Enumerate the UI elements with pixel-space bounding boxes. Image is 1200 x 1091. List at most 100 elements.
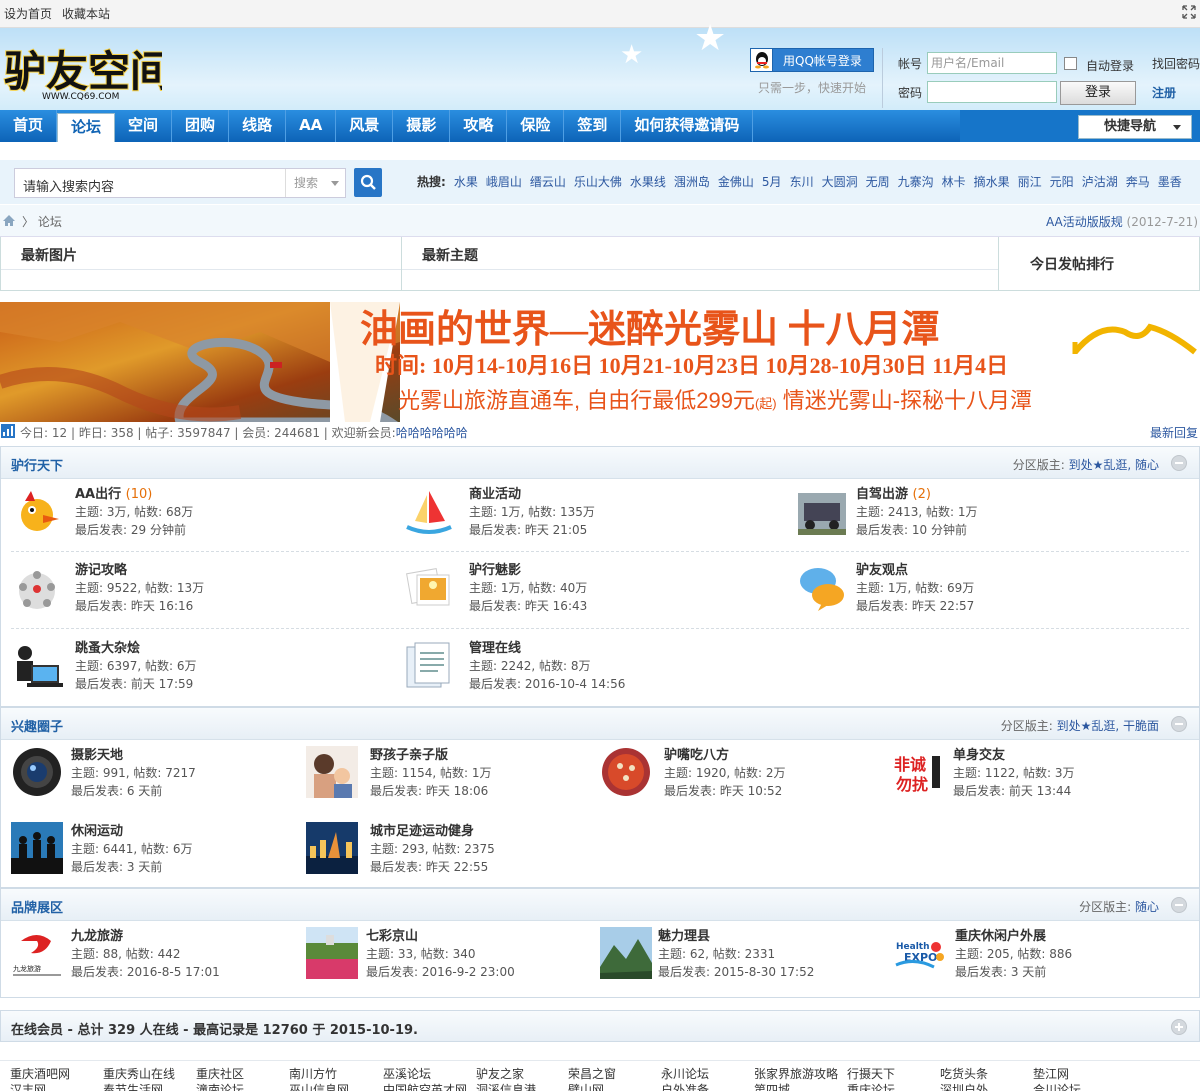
forum-name[interactable]: AA出行 (10) <box>75 483 152 502</box>
forum-name[interactable]: 自驾出游 (2) <box>856 483 931 502</box>
forum-name[interactable]: 城市足迹运动健身 <box>370 820 474 839</box>
nav-item[interactable]: 论坛 <box>57 113 116 142</box>
fullscreen-icon[interactable] <box>1182 5 1196 19</box>
register-link[interactable]: 注册 <box>1152 84 1176 101</box>
camera-lens-icon[interactable] <box>11 746 63 798</box>
forum-name[interactable]: 重庆休闲户外展 <box>955 925 1046 944</box>
section-title[interactable]: 品牌展区 <box>11 897 63 916</box>
forum-last-post[interactable]: 最后发表: 29 分钟前 <box>75 521 186 538</box>
hot-search-link[interactable]: 摘水果 <box>974 175 1010 189</box>
home-icon[interactable] <box>2 214 16 227</box>
forum-last-post[interactable]: 最后发表: 6 天前 <box>71 782 162 799</box>
hot-search-link[interactable]: 林卡 <box>942 175 966 189</box>
friend-link[interactable]: 洞溪信息港 <box>476 1081 536 1091</box>
forum-item[interactable]: Health EXPO 重庆休闲户外展 主题: 205, 帖数: 886 最后发表: … <box>894 923 1184 987</box>
forum-last-post[interactable]: 最后发表: 昨天 16:16 <box>75 597 193 614</box>
forum-last-post[interactable]: 最后发表: 2016-8-5 17:01 <box>71 963 220 980</box>
hot-search-link[interactable]: 水果 <box>454 175 478 189</box>
documents-icon[interactable] <box>403 639 455 691</box>
singles-icon[interactable]: 非诚 勿扰 <box>894 746 946 798</box>
collapse-icon[interactable] <box>1171 455 1187 471</box>
city-night-icon[interactable] <box>306 822 358 874</box>
photos-icon[interactable] <box>403 561 455 613</box>
hot-search-link[interactable]: 丽江 <box>1018 175 1042 189</box>
nav-item[interactable]: 如何获得邀请码 <box>621 110 754 142</box>
promo-banner[interactable]: 油画的世界—迷醉光雾山 十八月潭 时间: 10月14-10月16日 10月21-… <box>0 302 1200 422</box>
friend-link[interactable]: 重庆社区 <box>196 1065 244 1082</box>
forum-last-post[interactable]: 最后发表: 昨天 22:55 <box>370 858 488 875</box>
forum-item[interactable]: 跳蚤大杂烩 主题: 6397, 帖数: 6万 最后发表: 前天 17:59 <box>11 635 301 699</box>
collapse-icon[interactable] <box>1171 897 1187 913</box>
friend-link[interactable]: 汉丰网 <box>10 1081 46 1091</box>
forum-last-post[interactable]: 最后发表: 2016-9-2 23:00 <box>366 963 515 980</box>
hot-search-link[interactable]: 大圆洞 <box>822 175 858 189</box>
friend-link[interactable]: 行摄天下 <box>847 1065 895 1082</box>
forum-last-post[interactable]: 最后发表: 昨天 16:43 <box>469 597 587 614</box>
forum-name[interactable]: 游记攻略 <box>75 559 127 578</box>
forum-name[interactable]: 驴友观点 <box>856 559 908 578</box>
forum-item[interactable]: 野孩子亲子版 主题: 1154, 帖数: 1万 最后发表: 昨天 18:06 <box>306 742 596 806</box>
forum-last-post[interactable]: 最后发表: 前天 13:44 <box>953 782 1071 799</box>
chat-bubbles-icon[interactable] <box>796 561 848 613</box>
password-input[interactable] <box>927 81 1057 103</box>
forum-last-post[interactable]: 最后发表: 2016-10-4 14:56 <box>469 675 625 692</box>
friend-link[interactable]: 深圳户外 <box>940 1081 988 1091</box>
forum-item[interactable]: 驴嘴吃八方 主题: 1920, 帖数: 2万 最后发表: 昨天 10:52 <box>600 742 890 806</box>
forum-item[interactable]: 城市足迹运动健身 主题: 293, 帖数: 2375 最后发表: 昨天 22:55 <box>306 818 596 882</box>
friend-link[interactable]: 重庆秀山在线 <box>103 1065 175 1082</box>
hot-search-link[interactable]: 5月 <box>762 175 782 189</box>
forum-name[interactable]: 驴行魅影 <box>469 559 521 578</box>
hot-search-link[interactable]: 涠洲岛 <box>674 175 710 189</box>
friend-link[interactable]: 南川方竹 <box>289 1065 337 1082</box>
friend-link[interactable]: 重庆酒吧网 <box>10 1065 70 1082</box>
forum-item[interactable]: 游记攻略 主题: 9522, 帖数: 13万 最后发表: 昨天 16:16 <box>11 557 301 621</box>
hot-search-link[interactable]: 水果线 <box>630 175 666 189</box>
forum-last-post[interactable]: 最后发表: 昨天 21:05 <box>469 521 587 538</box>
moderator-link[interactable]: 到处★乱逛, 随心 <box>1069 458 1159 472</box>
username-input[interactable]: 用户名/Email <box>927 52 1057 74</box>
nav-item[interactable]: 签到 <box>564 110 622 142</box>
forum-name[interactable]: 商业活动 <box>469 483 521 502</box>
search-input[interactable]: 请输入搜索内容 <box>23 176 114 195</box>
mountain-icon[interactable] <box>600 927 652 979</box>
nav-item[interactable]: 保险 <box>507 110 565 142</box>
friend-link[interactable]: 张家界旅游攻略 <box>754 1065 838 1082</box>
forum-name[interactable]: 休闲运动 <box>71 820 123 839</box>
forum-last-post[interactable]: 最后发表: 3 天前 <box>71 858 162 875</box>
section-title[interactable]: 驴行天下 <box>11 455 63 474</box>
forum-item[interactable]: 自驾出游 (2) 主题: 2413, 帖数: 1万 最后发表: 10 分钟前 <box>796 481 1086 545</box>
friend-link[interactable]: 荣昌之窗 <box>568 1065 616 1082</box>
quick-nav-button[interactable]: 快捷导航 <box>1078 115 1192 139</box>
nav-item[interactable]: AA <box>286 110 337 142</box>
forum-item[interactable]: 驴行魅影 主题: 1万, 帖数: 40万 最后发表: 昨天 16:43 <box>403 557 693 621</box>
friend-link[interactable]: 垫江网 <box>1033 1065 1069 1082</box>
sailboat-icon[interactable] <box>403 485 455 537</box>
forum-name[interactable]: 九龙旅游 <box>71 925 123 944</box>
flower-field-icon[interactable] <box>306 927 358 979</box>
health-expo-icon[interactable]: Health EXPO <box>894 927 946 979</box>
collapse-icon[interactable] <box>1171 716 1187 732</box>
forum-last-post[interactable]: 最后发表: 前天 17:59 <box>75 675 193 692</box>
friend-link[interactable]: 第四城 <box>754 1081 790 1091</box>
forum-item[interactable]: 商业活动 主题: 1万, 帖数: 135万 最后发表: 昨天 21:05 <box>403 481 693 545</box>
friend-link[interactable]: 中国航空英才网 <box>383 1081 467 1091</box>
forum-item[interactable]: 休闲运动 主题: 6441, 帖数: 6万 最后发表: 3 天前 <box>11 818 301 882</box>
forum-name[interactable]: 魅力理县 <box>658 925 710 944</box>
nav-item[interactable]: 风景 <box>336 110 394 142</box>
forum-item[interactable]: 九龙旅游 九龙旅游 主题: 88, 帖数: 442 最后发表: 2016-8-5 1… <box>11 923 301 987</box>
friend-link[interactable]: 户外准备 <box>661 1081 709 1091</box>
section-title[interactable]: 兴趣圈子 <box>11 716 63 735</box>
hot-search-link[interactable]: 无周 <box>866 175 890 189</box>
login-button[interactable]: 登录 <box>1060 81 1136 105</box>
nav-item[interactable]: 攻略 <box>450 110 508 142</box>
friend-link[interactable]: 合川论坛 <box>1033 1081 1081 1091</box>
hot-search-link[interactable]: 元阳 <box>1050 175 1074 189</box>
forum-item[interactable]: 魅力理县 主题: 62, 帖数: 2331 最后发表: 2015-8-30 17:… <box>600 923 890 987</box>
hot-search-link[interactable]: 泸沽湖 <box>1082 175 1118 189</box>
car-icon[interactable] <box>796 485 848 537</box>
hot-search-link[interactable]: 峨眉山 <box>486 175 522 189</box>
friend-link[interactable]: 奉节生活网 <box>103 1081 163 1091</box>
forum-last-post[interactable]: 最后发表: 2015-8-30 17:52 <box>658 963 814 980</box>
forum-name[interactable]: 管理在线 <box>469 637 521 656</box>
nav-item[interactable]: 摄影 <box>393 110 451 142</box>
